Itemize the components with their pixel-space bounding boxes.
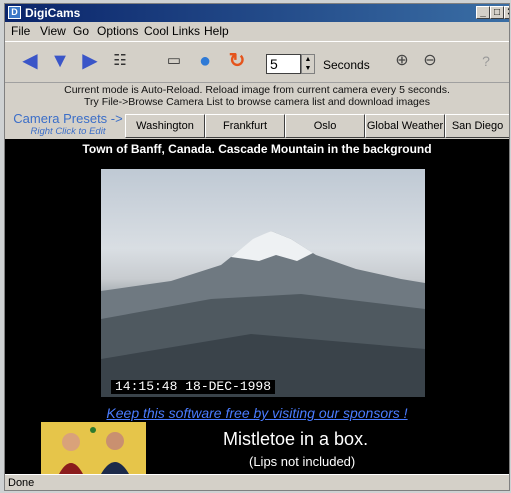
camera-list-icon[interactable]: ☷ [109, 50, 131, 72]
down-arrow-icon[interactable]: ▼ [49, 50, 71, 72]
globe-icon[interactable]: ● [194, 50, 216, 72]
reload-icon[interactable]: ↻ [226, 50, 248, 72]
camera-timestamp: 14:15:48 18-DEC-1998 [111, 380, 276, 394]
menu-cool-links[interactable]: Cool Links [144, 23, 200, 40]
menu-view[interactable]: View [40, 23, 66, 40]
minimize-button[interactable]: _ [476, 6, 490, 19]
menu-bar: File View Go Options Cool Links Help [5, 23, 509, 40]
title-bar[interactable]: D DigiCams _ □ ✕ [5, 4, 509, 22]
forward-arrow-icon[interactable]: ▶ [79, 50, 101, 72]
preset-frankfurt-button[interactable]: Frankfurt [205, 114, 285, 138]
ad-banner[interactable]: Mistletoe in a box. (Lips not included) [41, 422, 471, 474]
app-icon[interactable]: D [8, 6, 21, 19]
camera-presets-title: Camera Presets -> [13, 111, 123, 126]
ad-photo[interactable] [41, 422, 146, 474]
mountain-scene [101, 231, 425, 397]
app-window: D DigiCams _ □ ✕ File View Go Options Co… [4, 3, 510, 491]
zoom-in-icon[interactable]: ⊕ [391, 50, 413, 72]
camera-display: Town of Banff, Canada. Cascade Mountain … [5, 139, 509, 474]
close-button[interactable]: ✕ [504, 6, 509, 19]
interval-unit: Seconds [323, 58, 370, 72]
mode-info-line1: Current mode is Auto-Reload. Reload imag… [64, 84, 450, 96]
sponsor-link[interactable]: Keep this software free by visiting our … [5, 405, 509, 421]
interval-input[interactable] [266, 54, 301, 74]
menu-file[interactable]: File [11, 23, 30, 40]
ad-title: Mistletoe in a box. [223, 429, 369, 449]
preset-oslo-button[interactable]: Oslo [285, 114, 365, 138]
menu-help[interactable]: Help [204, 23, 229, 40]
maximize-button[interactable]: □ [490, 6, 504, 19]
back-arrow-icon[interactable]: ◀ [19, 50, 41, 72]
window-title: DigiCams [25, 6, 81, 20]
camera-caption: Town of Banff, Canada. Cascade Mountain … [82, 142, 432, 156]
toolbar: ◀ ▼ ▶ ☷ ▭ ● ↻ ▲▼ Seconds ⊕ ⊖ ? [5, 41, 509, 83]
mode-info-line2: Try File->Browse Camera List to browse c… [84, 96, 430, 108]
camera-presets-hint: Right Click to Edit [30, 126, 106, 137]
menu-options[interactable]: Options [97, 23, 138, 40]
camera-presets-label: Camera Presets -> Right Click to Edit [9, 112, 127, 139]
zoom-out-icon[interactable]: ⊖ [419, 50, 441, 72]
couple-image [59, 427, 129, 474]
mode-info: Current mode is Auto-Reload. Reload imag… [5, 84, 509, 111]
interval-stepper[interactable]: ▲ ▼ [301, 54, 315, 74]
preset-san-diego-button[interactable]: San Diego [445, 114, 509, 138]
menu-go[interactable]: Go [73, 23, 89, 40]
slideshow-icon[interactable]: ▭ [163, 50, 185, 72]
camera-image: 14:15:48 18-DEC-1998 [101, 169, 425, 397]
preset-washington-button[interactable]: Washington [125, 114, 205, 138]
status-bar: Done [5, 474, 509, 490]
preset-global-weather-button[interactable]: Global Weather [365, 114, 445, 138]
camera-presets-bar: Camera Presets -> Right Click to Edit Wa… [5, 112, 509, 139]
status-text: Done [8, 477, 35, 489]
help-icon[interactable]: ? [475, 50, 497, 72]
ad-subtitle: (Lips not included) [249, 454, 356, 469]
